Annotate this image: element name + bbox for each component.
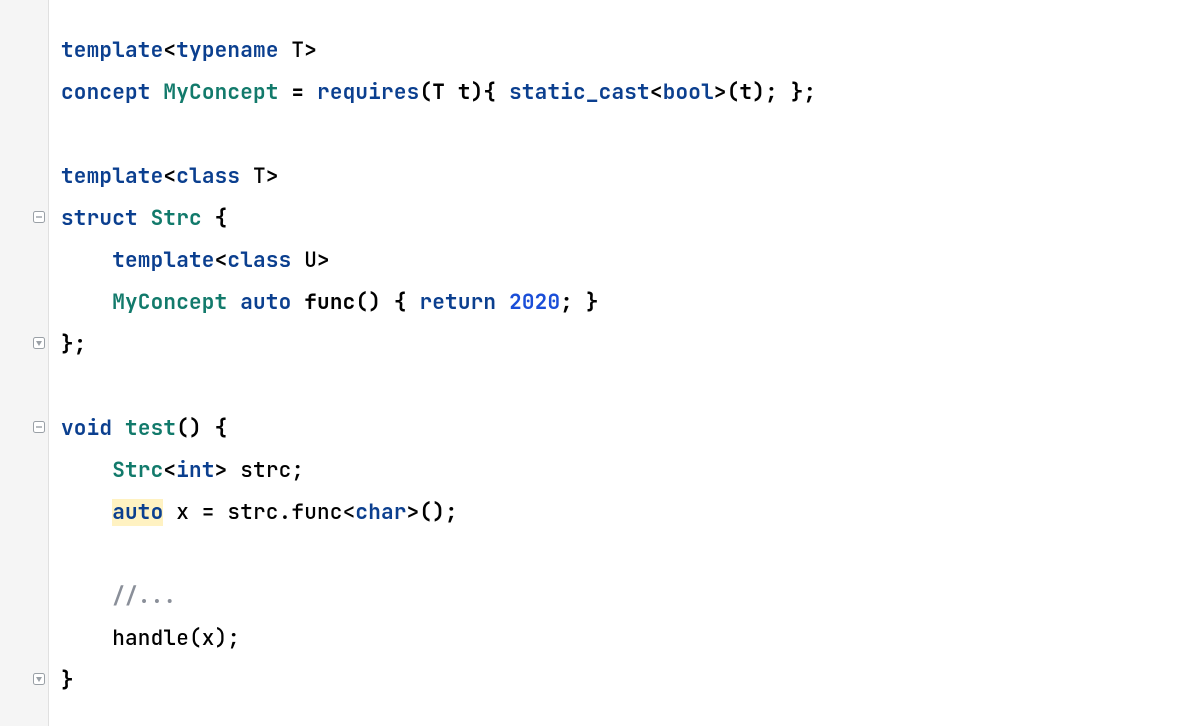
gutter-fold bbox=[30, 0, 48, 726]
fold-open-icon[interactable] bbox=[33, 421, 45, 433]
code-line bbox=[61, 534, 1200, 576]
code-line: template<typename T> bbox=[61, 30, 1200, 72]
code-line: } bbox=[61, 660, 1200, 702]
code-line: handle(x); bbox=[61, 618, 1200, 660]
fold-close-icon[interactable] bbox=[33, 673, 45, 685]
code-line: }; bbox=[61, 324, 1200, 366]
code-line: template<class U> bbox=[61, 240, 1200, 282]
code-line bbox=[61, 366, 1200, 408]
code-line bbox=[61, 114, 1200, 156]
fold-close-icon[interactable] bbox=[33, 337, 45, 349]
code-line: auto x = strc.func<char>(); bbox=[61, 492, 1200, 534]
code-line: template<class T> bbox=[61, 156, 1200, 198]
code-line: void test() { bbox=[61, 408, 1200, 450]
code-line: concept MyConcept = requires(T t){ stati… bbox=[61, 72, 1200, 114]
gutter bbox=[0, 0, 48, 726]
code-editor[interactable]: template<typename T> concept MyConcept =… bbox=[48, 0, 1200, 726]
code-line: //... bbox=[61, 576, 1200, 618]
highlighted-token: auto bbox=[112, 499, 163, 526]
editor-wrap: template<typename T> concept MyConcept =… bbox=[0, 0, 1200, 726]
code-line: struct Strc { bbox=[61, 198, 1200, 240]
gutter-left bbox=[0, 0, 30, 726]
code-line: MyConcept auto func() { return 2020; } bbox=[61, 282, 1200, 324]
code-line: Strc<int> strc; bbox=[61, 450, 1200, 492]
fold-open-icon[interactable] bbox=[33, 211, 45, 223]
